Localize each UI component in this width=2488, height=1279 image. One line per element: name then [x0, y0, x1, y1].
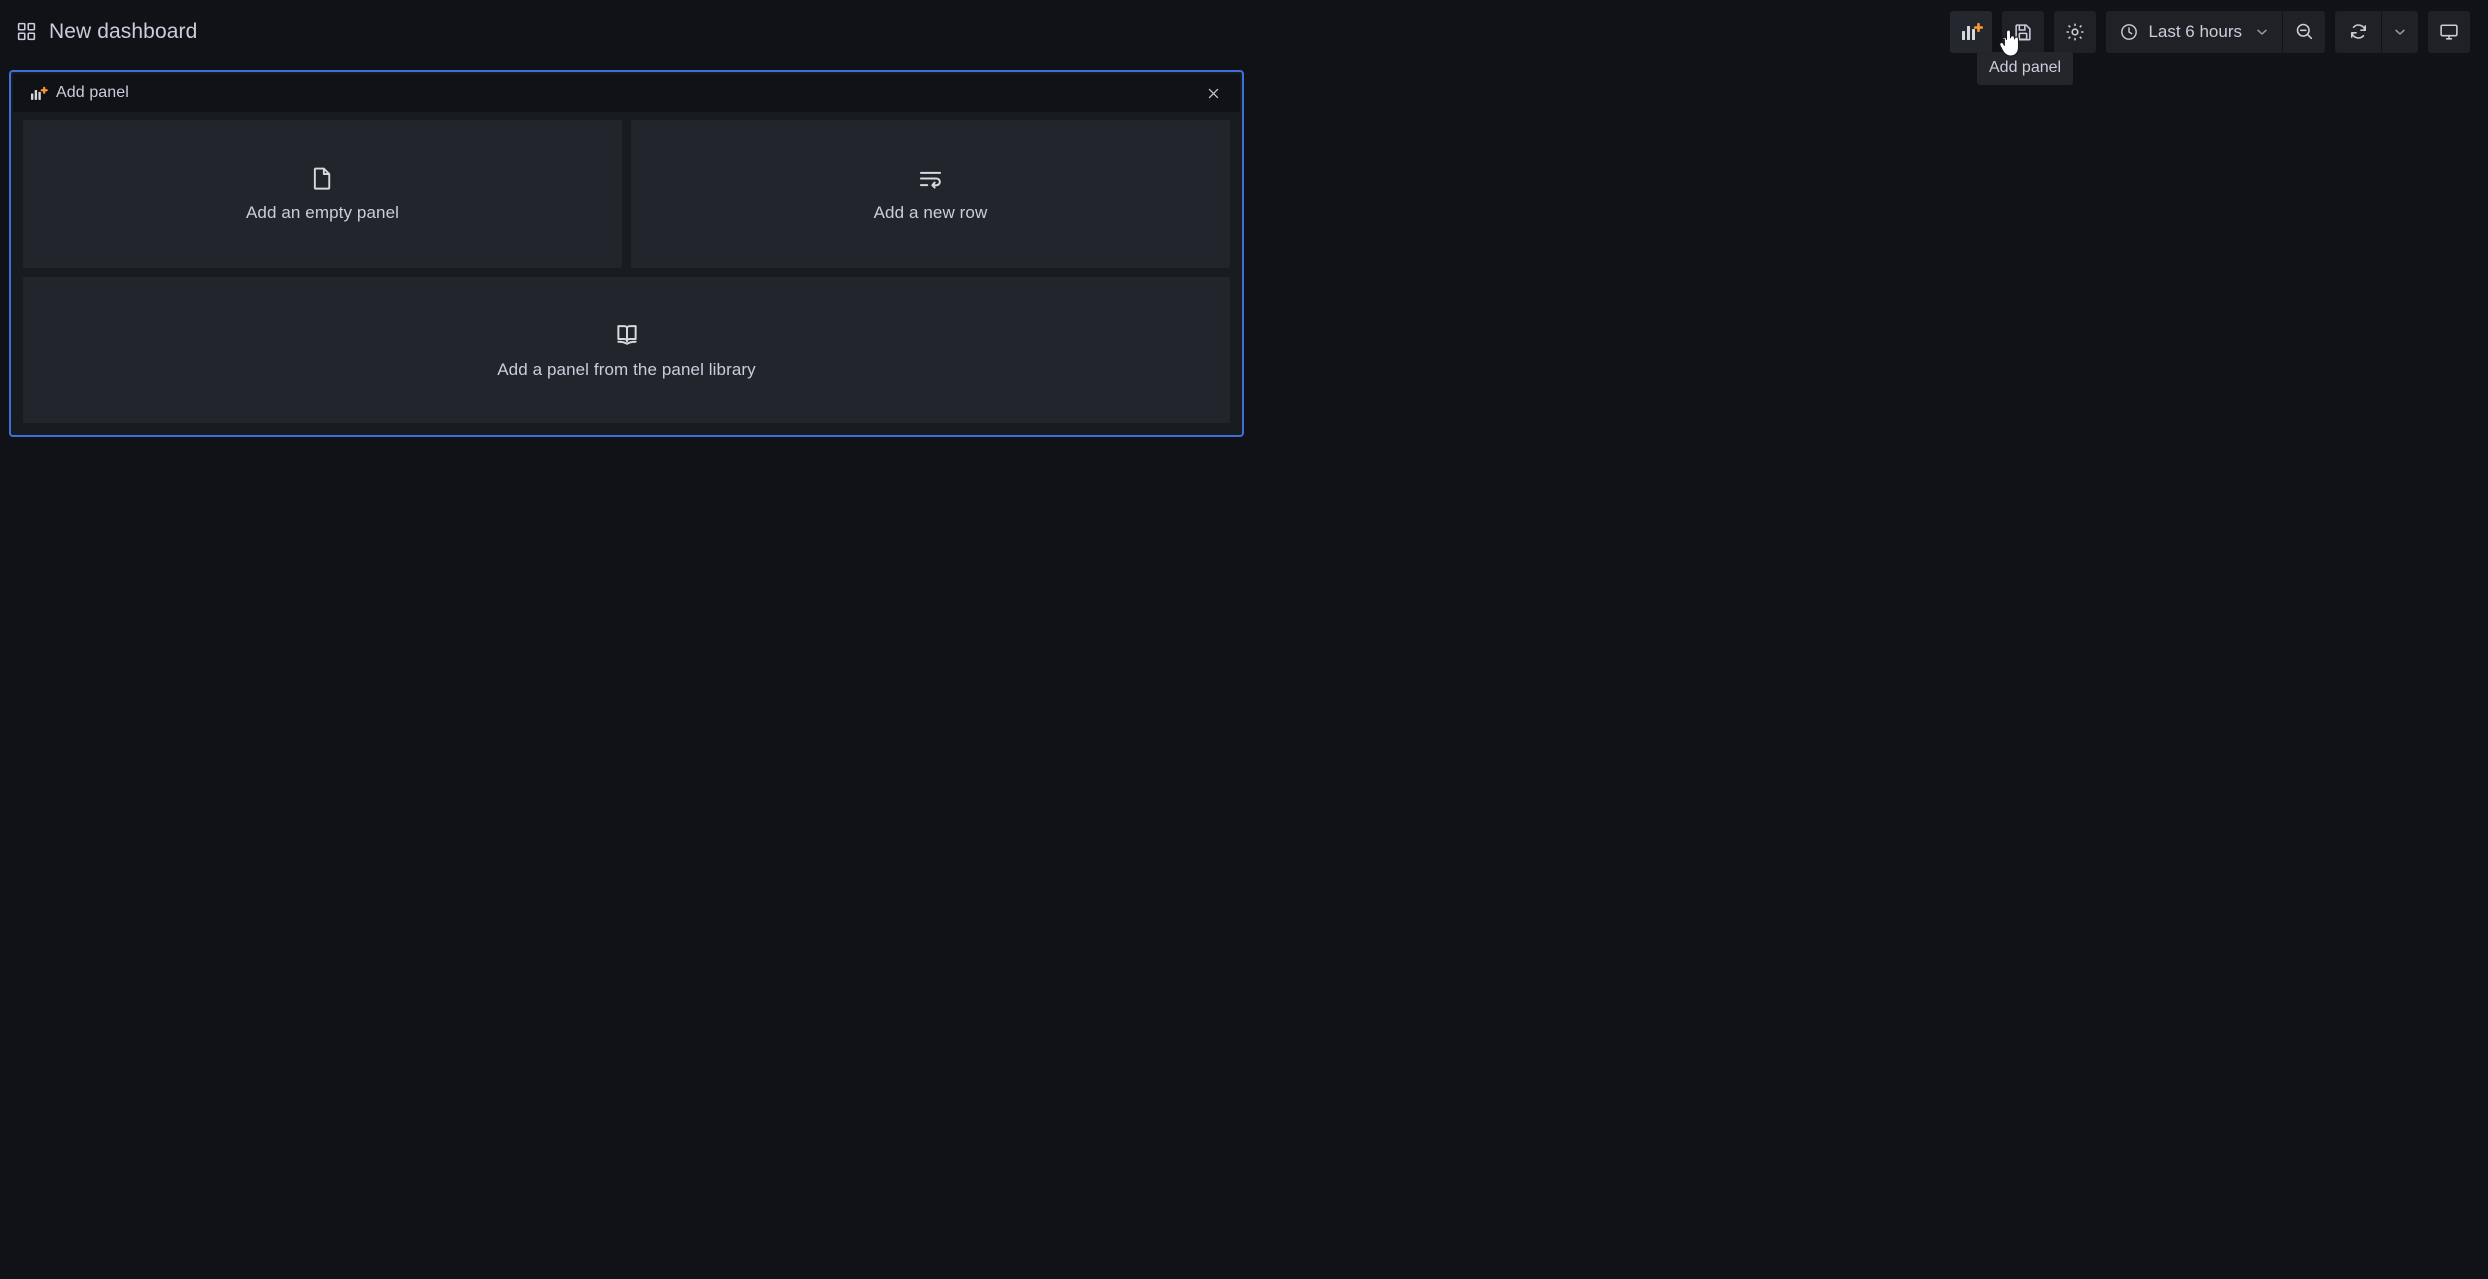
- open-book-icon: [613, 321, 641, 349]
- chevron-down-icon: [2254, 24, 2270, 40]
- close-add-panel-button[interactable]: [1200, 80, 1226, 106]
- gear-icon: [2067, 23, 2084, 40]
- top-navbar: New dashboard Last 6 hours: [0, 0, 2488, 63]
- add-new-row-card[interactable]: Add a new row: [631, 120, 1230, 268]
- add-panel-header: Add panel: [13, 74, 1240, 112]
- bar-chart-plus-icon: [1962, 22, 1984, 40]
- time-range-value: Last 6 hours: [2148, 21, 2242, 41]
- time-range-picker[interactable]: Last 6 hours: [2106, 11, 2282, 53]
- add-empty-panel-label: Add an empty panel: [245, 203, 399, 222]
- time-range-group: Last 6 hours: [2106, 10, 2325, 53]
- add-empty-panel-card[interactable]: Add an empty panel: [23, 120, 622, 268]
- monitor-tv-icon: [2440, 23, 2458, 40]
- add-new-row-label: Add a new row: [873, 203, 988, 222]
- bar-chart-plus-icon: [29, 84, 48, 103]
- refresh-interval-dropdown[interactable]: [2382, 11, 2418, 53]
- add-panel-title: Add panel: [56, 84, 129, 101]
- add-panel-widget: Add panel Add an empty panel Add a new r…: [9, 70, 1244, 437]
- save-dashboard-button[interactable]: [2002, 10, 2045, 53]
- add-panel-header-left: Add panel: [29, 84, 129, 103]
- refresh-dashboard-button[interactable]: [2335, 11, 2381, 53]
- page-title: New dashboard: [49, 19, 198, 43]
- chevron-down-icon: [2395, 29, 2405, 35]
- add-from-panel-library-label: Add a panel from the panel library: [497, 359, 756, 379]
- add-panel-tooltip: Add panel: [1977, 52, 2074, 85]
- kiosk-mode-button[interactable]: [2428, 10, 2470, 53]
- close-icon: [1208, 88, 1218, 98]
- dashboard-settings-button[interactable]: [2054, 10, 2097, 53]
- time-zoom-out-button[interactable]: [2283, 11, 2325, 53]
- file-document-icon: [309, 165, 336, 192]
- clock-icon: [2119, 22, 2139, 42]
- apps-grid-icon: [16, 21, 37, 42]
- zoom-out-icon: [2296, 23, 2312, 40]
- text-wrap-row-icon: [917, 165, 944, 192]
- add-panel-button[interactable]: [1950, 10, 1993, 53]
- save-floppy-icon: [2015, 23, 2032, 40]
- add-panel-top-row: Add an empty panel Add a new row: [23, 120, 1230, 268]
- refresh-group: [2335, 10, 2418, 53]
- refresh-icon: [2350, 24, 2366, 39]
- add-panel-body: Add an empty panel Add a new row Add a p…: [13, 112, 1240, 433]
- add-from-panel-library-card[interactable]: Add a panel from the panel library: [23, 277, 1230, 423]
- navbar-left-section: New dashboard: [16, 0, 197, 63]
